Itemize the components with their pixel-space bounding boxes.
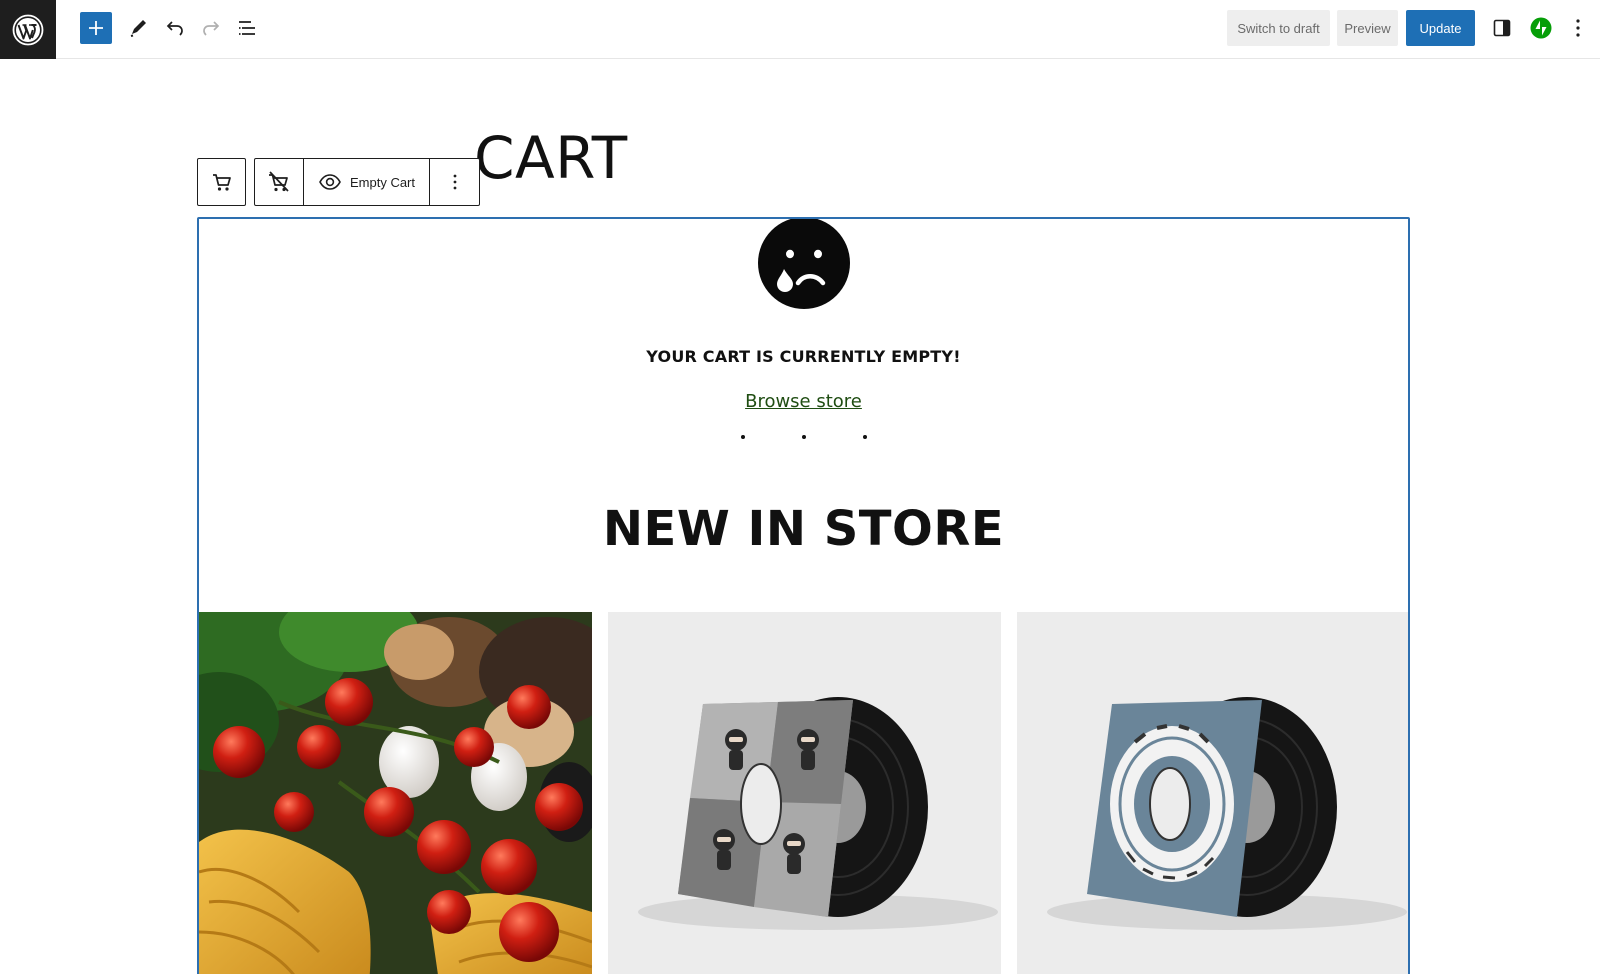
product-image-tomatoes-pasta [199,612,592,974]
options-button[interactable] [1563,10,1593,46]
eye-icon [319,174,341,190]
pencil-icon [130,20,146,37]
more-vertical-icon [1576,19,1580,37]
undo-icon [166,21,183,36]
product-card[interactable] [199,612,592,974]
dots-separator [199,435,1408,439]
undo-button[interactable] [157,10,193,46]
redo-button[interactable] [193,10,229,46]
settings-sidebar-button[interactable] [1484,10,1520,46]
redo-icon [203,21,220,36]
empty-cart-block-button[interactable] [255,159,304,205]
empty-cart-block[interactable]: YOUR CART IS CURRENTLY EMPTY! Browse sto… [197,217,1410,974]
add-block-button[interactable] [80,12,112,44]
cart-block-button[interactable] [197,158,246,206]
wordpress-logo-button[interactable] [0,0,56,59]
product-card[interactable] [608,612,1001,974]
wordpress-icon [12,14,44,45]
more-vertical-icon [453,174,456,190]
browse-store-link[interactable]: Browse store [745,391,862,412]
product-grid [199,612,1408,974]
preview-button[interactable]: Preview [1337,10,1398,46]
switch-to-draft-button[interactable]: Switch to draft [1227,10,1330,46]
separator-dot [740,435,745,439]
block-options-button[interactable] [430,159,479,205]
view-switcher-label: Empty Cart [349,174,415,190]
sad-face-icon [758,219,850,309]
document-overview-button[interactable] [229,10,265,46]
editor-top-bar: Switch to draft Preview Update [0,0,1600,59]
list-view-icon [239,21,255,35]
tools-button[interactable] [120,10,156,46]
block-toolbar: Empty Cart [197,158,480,206]
update-button[interactable]: Update [1406,10,1475,46]
empty-cart-message: YOUR CART IS CURRENTLY EMPTY! [646,347,961,366]
new-in-store-heading: NEW IN STORE [602,501,1005,557]
product-image-woothemes-vinyl [1017,612,1408,974]
product-card[interactable] [1017,612,1408,974]
browse-store-link-wrapper: Browse store [199,391,1408,412]
product-image-ninja-vinyl [608,612,1001,974]
view-switcher-button[interactable]: Empty Cart [304,159,430,205]
jetpack-icon [1530,17,1552,39]
cart-icon [212,174,231,191]
page-title[interactable]: CART [474,124,628,192]
cart-view-switcher: Empty Cart [254,158,480,206]
plus-icon [89,21,103,35]
separator-dot [801,435,806,439]
separator-dot [862,435,867,439]
sidebar-icon [1493,19,1511,37]
jetpack-button[interactable] [1523,10,1559,46]
cart-remove-icon [269,171,289,192]
